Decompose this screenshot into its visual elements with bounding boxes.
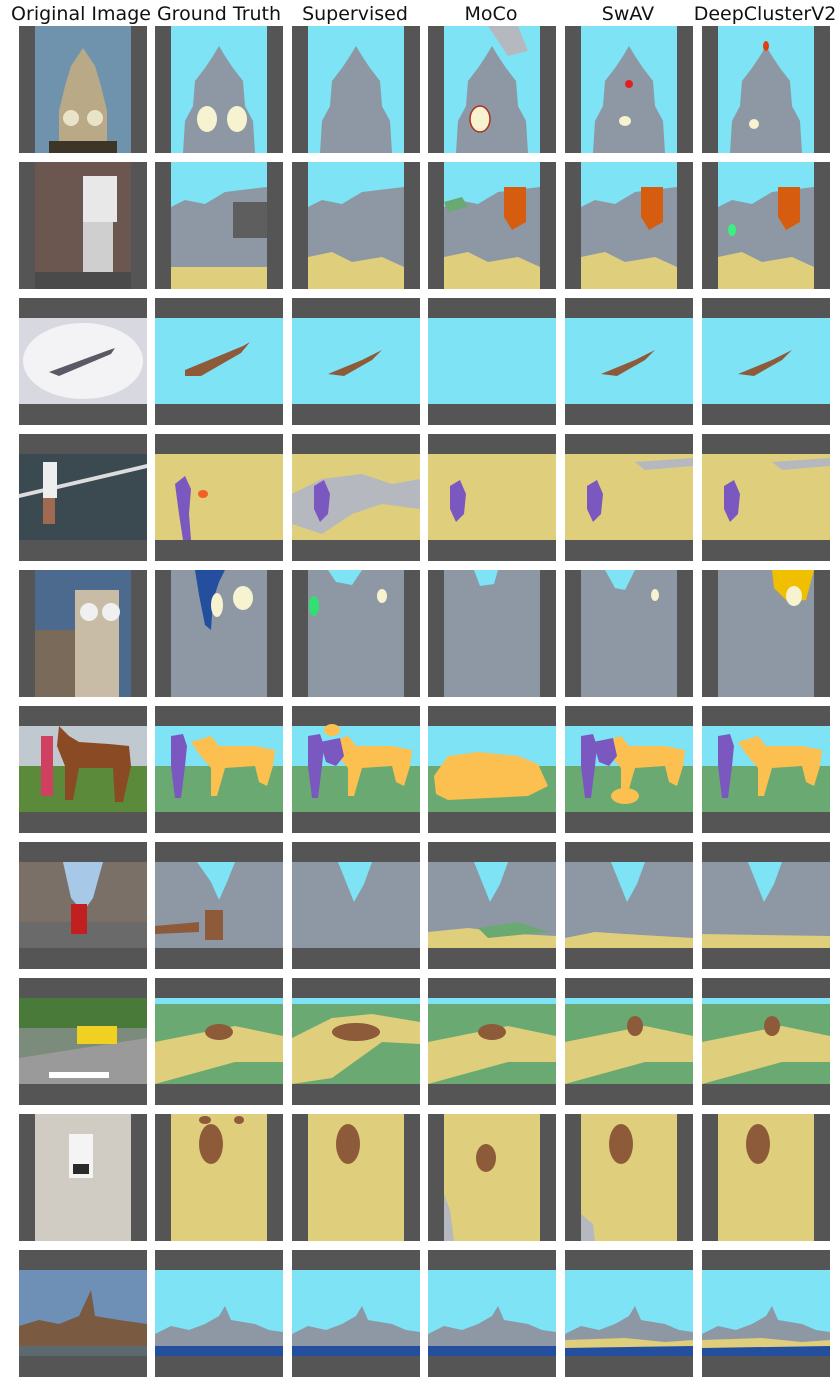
woman-horse-swav-image (565, 706, 693, 833)
clock-building-swav-image (565, 570, 693, 697)
yellow-bus-road-swav-image (565, 978, 693, 1105)
clock-building-moco-image (428, 570, 556, 697)
bus-on-road-moco-image (428, 1114, 556, 1241)
parliament-river-moco-image (428, 1250, 556, 1377)
airplane-deepclusterv2-image (702, 298, 830, 425)
woman-horse-moco-image (428, 706, 556, 833)
airplane-original-image (19, 298, 147, 425)
clock-tower-original-image (19, 26, 147, 153)
yellow-bus-road-deepclusterv2-image (702, 978, 830, 1105)
airplane-swav-image (565, 298, 693, 425)
clock-building-supervised-image (292, 570, 420, 697)
city-street-bus-moco-image (428, 842, 556, 969)
clock-tower-supervised-image (292, 26, 420, 153)
tennis-player-swav-image (565, 434, 693, 561)
clock-tower-ground-truth-image (155, 26, 283, 153)
column-title-supervised: Supervised (302, 3, 408, 25)
city-street-bus-supervised-image (292, 842, 420, 969)
bus-on-road-swav-image (565, 1114, 693, 1241)
parliament-river-swav-image (565, 1250, 693, 1377)
bus-on-road-ground-truth-image (155, 1114, 283, 1241)
parliament-river-ground-truth-image (155, 1250, 283, 1377)
airplane-ground-truth-image (155, 298, 283, 425)
tennis-player-original-image (19, 434, 147, 561)
parliament-river-supervised-image (292, 1250, 420, 1377)
airplane-moco-image (428, 298, 556, 425)
column-title-moco: MoCo (464, 3, 518, 25)
city-street-bus-swav-image (565, 842, 693, 969)
bus-on-road-supervised-image (292, 1114, 420, 1241)
column-title-swav: SwAV (601, 3, 655, 25)
woman-horse-ground-truth-image (155, 706, 283, 833)
bus-on-road-deepclusterv2-image (702, 1114, 830, 1241)
column-title-deepclusterv2: DeepClusterV2 (693, 3, 837, 25)
woman-horse-original-image (19, 706, 147, 833)
park-here-sign-deepclusterv2-image (702, 162, 830, 289)
city-street-bus-original-image (19, 842, 147, 969)
parliament-river-original-image (19, 1250, 147, 1377)
tennis-player-moco-image (428, 434, 556, 561)
yellow-bus-road-original-image (19, 978, 147, 1105)
park-here-sign-ground-truth-image (155, 162, 283, 289)
clock-tower-deepclusterv2-image (702, 26, 830, 153)
column-title-ground-truth: Ground Truth (156, 3, 282, 25)
tennis-player-ground-truth-image (155, 434, 283, 561)
column-header: Original Image Ground Truth Supervised M… (0, 0, 839, 28)
yellow-bus-road-supervised-image (292, 978, 420, 1105)
tennis-player-deepclusterv2-image (702, 434, 830, 561)
city-street-bus-ground-truth-image (155, 842, 283, 969)
clock-tower-moco-image (428, 26, 556, 153)
park-here-sign-original-image (19, 162, 147, 289)
clock-building-deepclusterv2-image (702, 570, 830, 697)
park-here-sign-moco-image (428, 162, 556, 289)
woman-horse-supervised-image (292, 706, 420, 833)
clock-building-original-image (19, 570, 147, 697)
column-title-original: Original Image (11, 3, 151, 25)
parliament-river-deepclusterv2-image (702, 1250, 830, 1377)
city-street-bus-deepclusterv2-image (702, 842, 830, 969)
tennis-player-supervised-image (292, 434, 420, 561)
airplane-supervised-image (292, 298, 420, 425)
park-here-sign-supervised-image (292, 162, 420, 289)
clock-tower-swav-image (565, 26, 693, 153)
woman-horse-deepclusterv2-image (702, 706, 830, 833)
yellow-bus-road-moco-image (428, 978, 556, 1105)
bus-on-road-original-image (19, 1114, 147, 1241)
clock-building-ground-truth-image (155, 570, 283, 697)
yellow-bus-road-ground-truth-image (155, 978, 283, 1105)
park-here-sign-swav-image (565, 162, 693, 289)
